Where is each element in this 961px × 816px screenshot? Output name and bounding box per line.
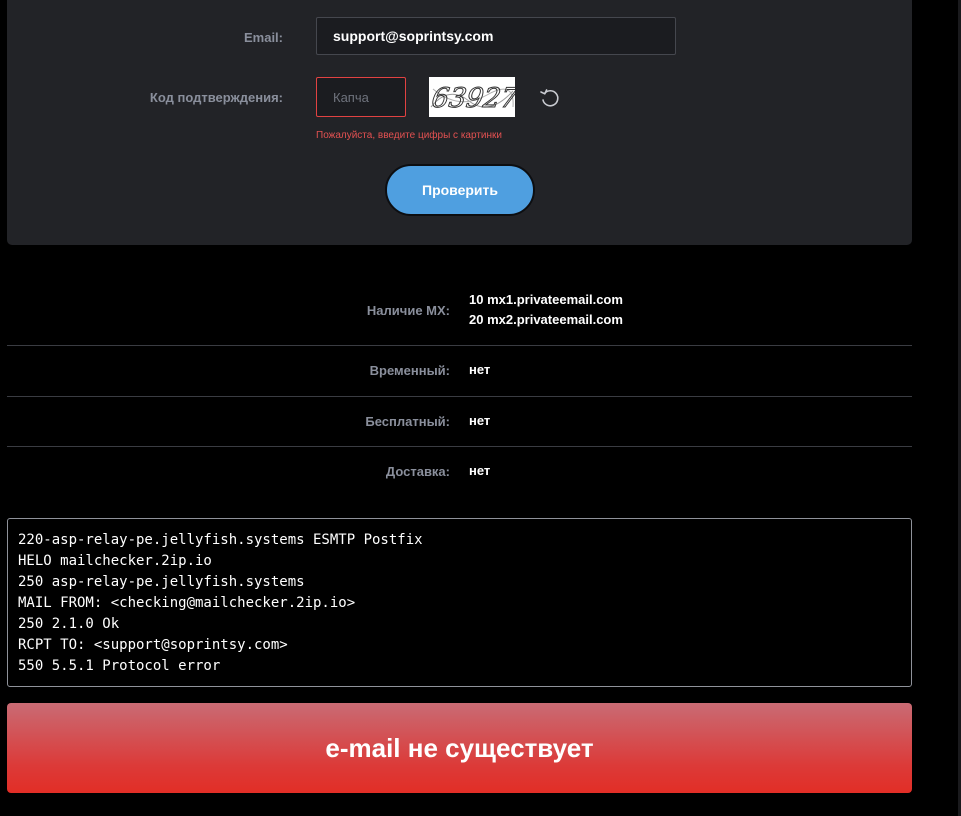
page: Email: Код подтверждения: 63927 Пожалуйс… bbox=[0, 0, 961, 816]
verdict-banner: e-mail не существует bbox=[7, 703, 912, 793]
smtp-log-line: 250 2.1.0 Ok bbox=[18, 616, 120, 632]
temporary-label: Временный: bbox=[369, 363, 450, 378]
refresh-icon[interactable] bbox=[539, 87, 561, 109]
captcha-label: Код подтверждения: bbox=[149, 90, 283, 105]
smtp-log-line: HELO mailchecker.2ip.io bbox=[18, 553, 212, 569]
email-label: Email: bbox=[243, 30, 283, 45]
captcha-input[interactable] bbox=[316, 77, 406, 117]
smtp-log-line: 220-asp-relay-pe.jellyfish.systems ESMTP… bbox=[18, 532, 423, 548]
mx-value-1: 10 mx1.privateemail.com bbox=[469, 292, 623, 307]
free-label: Бесплатный: bbox=[365, 414, 450, 429]
check-button[interactable]: Проверить bbox=[385, 164, 535, 216]
verification-form: Email: Код подтверждения: 63927 Пожалуйс… bbox=[7, 0, 912, 245]
smtp-log-line: 250 asp-relay-pe.jellyfish.systems bbox=[18, 574, 305, 590]
mx-label: Наличие MX: bbox=[366, 303, 450, 318]
divider bbox=[7, 396, 912, 397]
free-value: нет bbox=[469, 413, 491, 428]
email-field[interactable] bbox=[316, 17, 676, 55]
captcha-error-message: Пожалуйста, введите цифры с картинки bbox=[316, 130, 502, 141]
delivery-label: Доставка: bbox=[385, 464, 450, 479]
smtp-log-line: MAIL FROM: <checking@mailchecker.2ip.io> bbox=[18, 595, 356, 611]
captcha-text: 63927 bbox=[430, 83, 515, 114]
temporary-value: нет bbox=[469, 362, 491, 377]
smtp-log: 220-asp-relay-pe.jellyfish.systems ESMTP… bbox=[7, 518, 912, 687]
verdict-text: e-mail не существует bbox=[325, 732, 594, 763]
captcha-image: 63927 bbox=[429, 77, 515, 117]
divider bbox=[7, 446, 912, 447]
smtp-log-line: 550 5.5.1 Protocol error bbox=[18, 658, 221, 674]
mx-value-2: 20 mx2.privateemail.com bbox=[469, 312, 623, 327]
delivery-value: нет bbox=[469, 463, 491, 478]
divider bbox=[7, 345, 912, 346]
smtp-log-line: RCPT TO: <support@soprintsy.com> bbox=[18, 637, 288, 653]
